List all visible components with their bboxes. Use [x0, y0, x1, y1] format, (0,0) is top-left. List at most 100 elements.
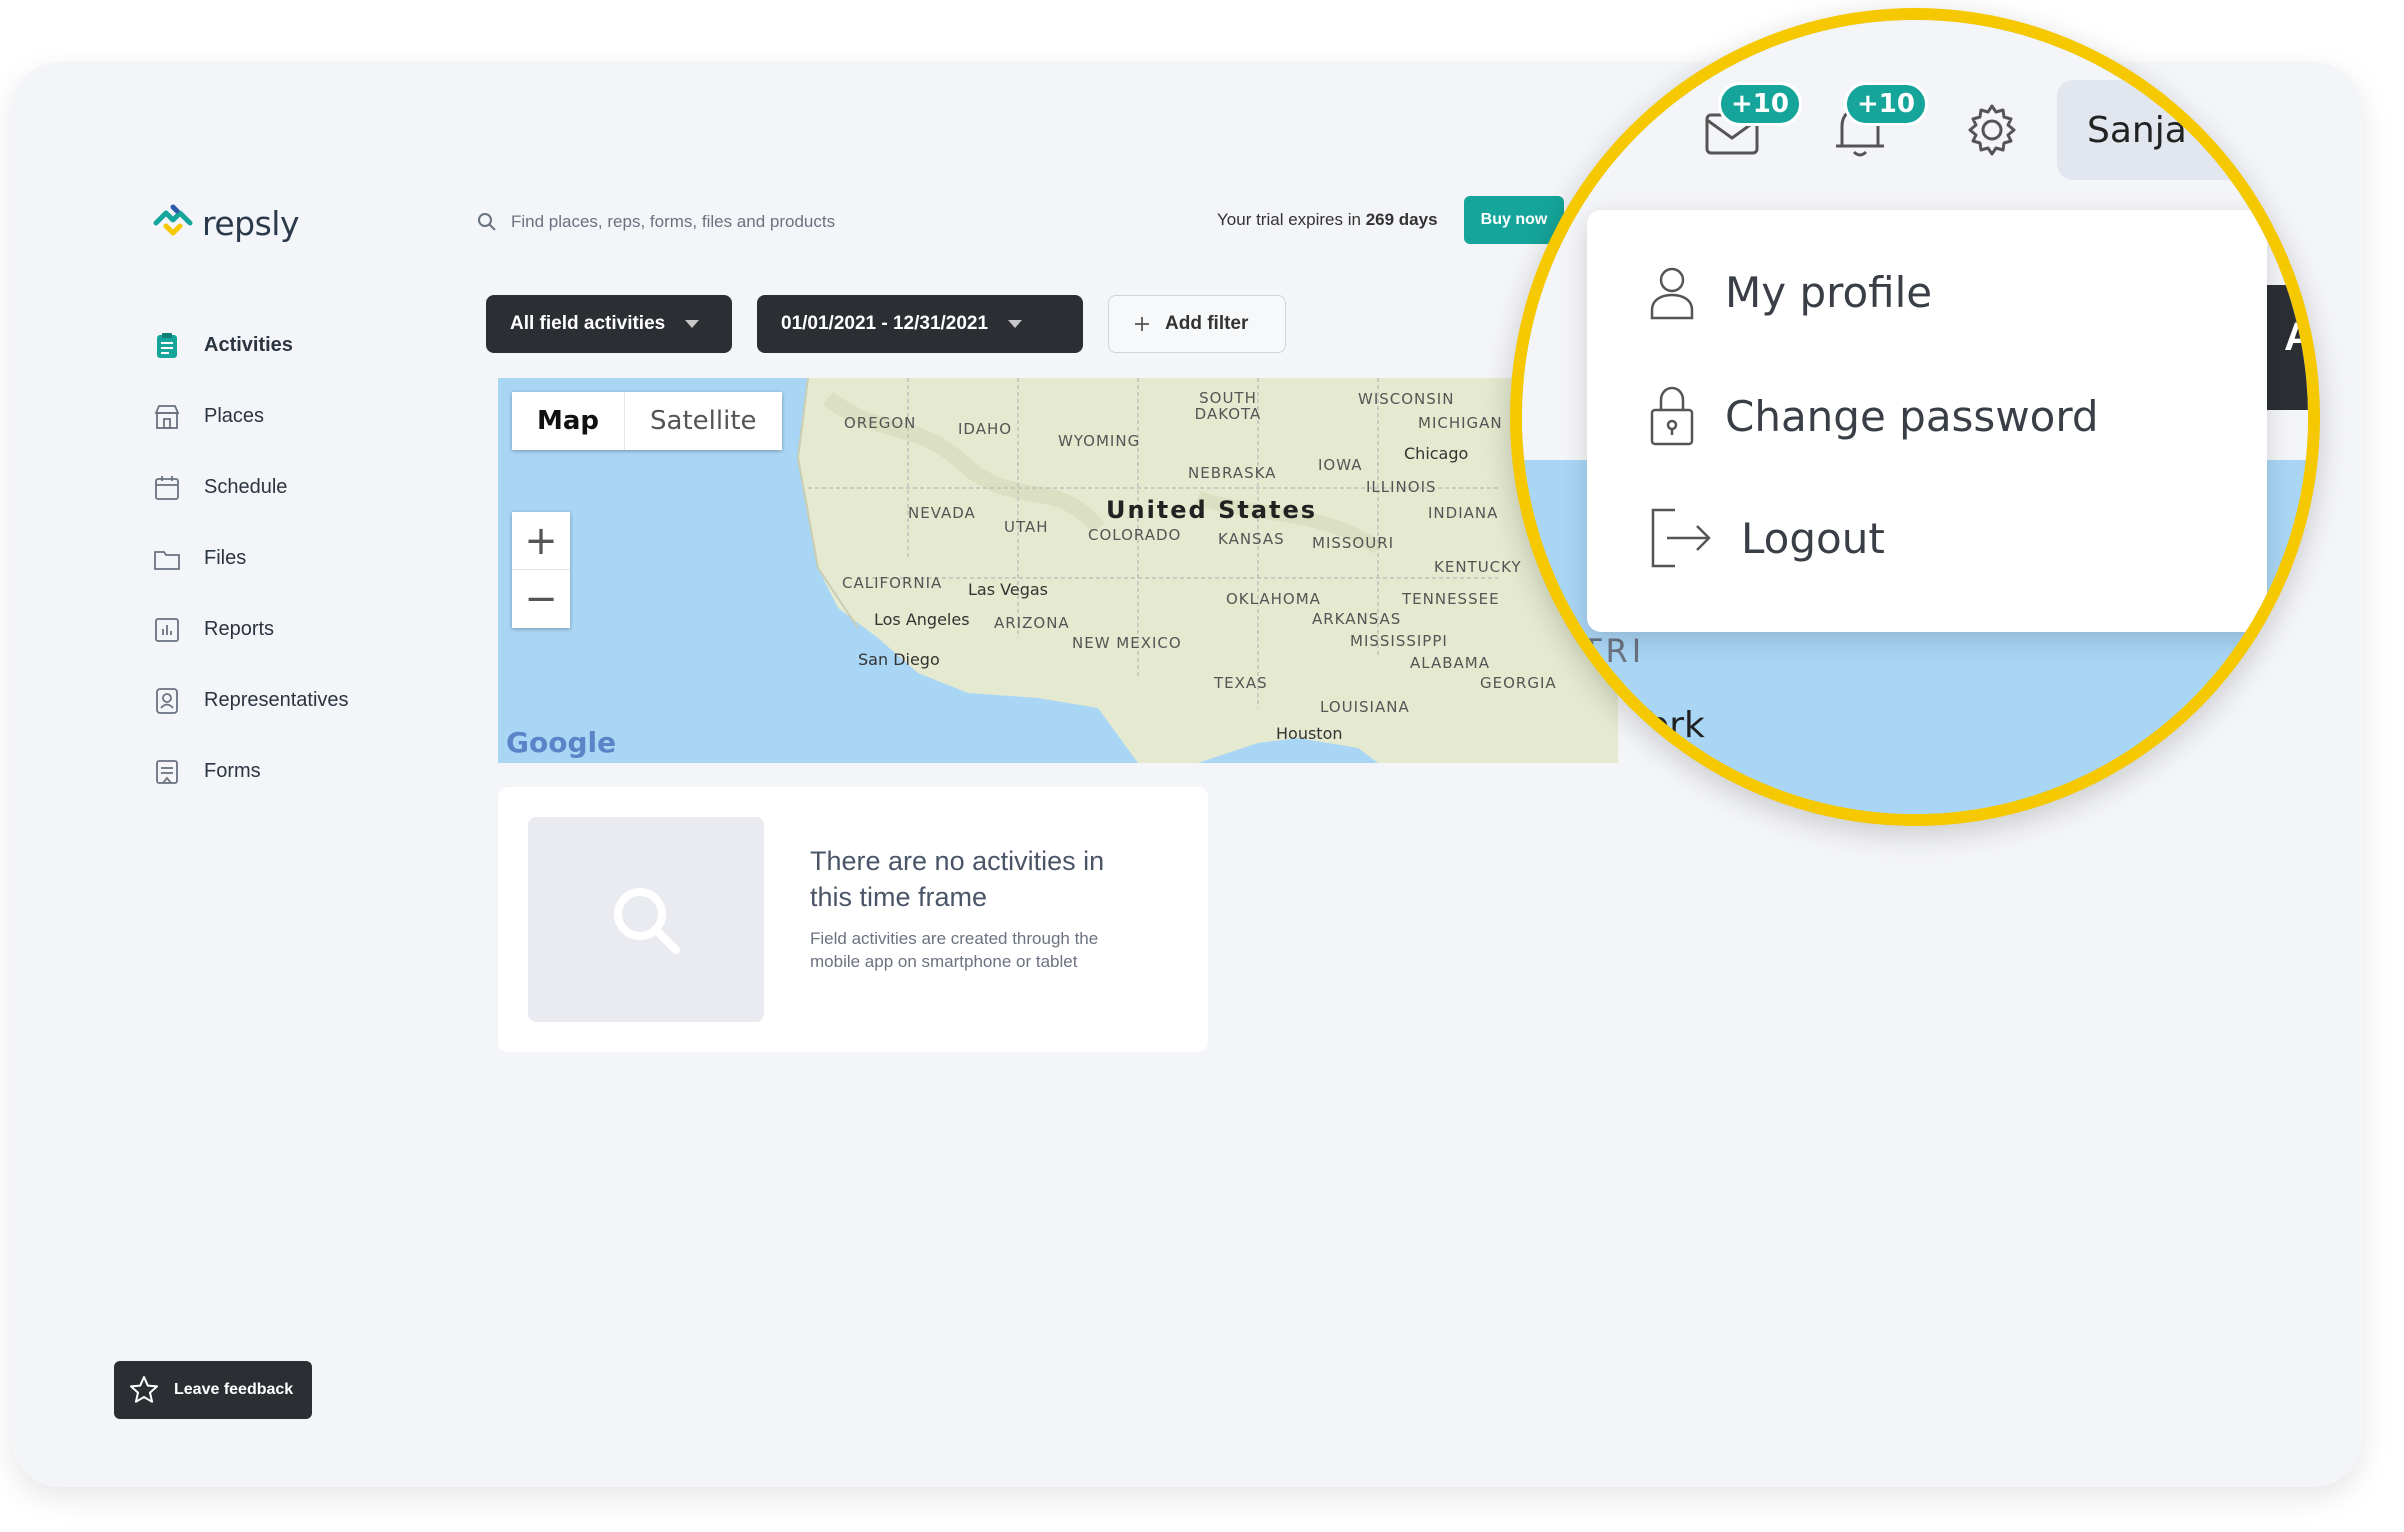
map-label-wyoming: WYOMING — [1058, 432, 1141, 450]
sidebar-item-schedule[interactable]: Schedule — [152, 452, 349, 523]
repsly-logo-icon — [153, 204, 193, 236]
trial-days: 269 days — [1365, 210, 1438, 229]
zoom-controls: + − — [512, 512, 570, 628]
menu-item-label: Logout — [1741, 513, 1885, 563]
map-label-san-diego: San Diego — [858, 650, 940, 669]
map-label-kentucky: KENTUCKY — [1434, 558, 1522, 576]
user-icon — [1650, 267, 1694, 320]
map-label-louisiana: LOUISIANA — [1320, 698, 1410, 716]
add-filter-button[interactable]: Add filter — [1108, 295, 1286, 353]
date-range-value: 01/01/2021 - 12/31/2021 — [781, 313, 989, 334]
activity-type-value: All field activities — [510, 313, 666, 334]
user-menu-button[interactable]: Sanja — [2057, 80, 2257, 180]
sidebar-label: Schedule — [204, 476, 288, 498]
sidebar-label: Forms — [204, 760, 261, 782]
store-icon — [154, 404, 180, 429]
sidebar-item-forms[interactable]: Forms — [152, 736, 349, 807]
date-range-dropdown[interactable]: 01/01/2021 - 12/31/2021 — [757, 295, 1083, 353]
map-label-oregon: OREGON — [844, 414, 917, 432]
map-label-chicago: Chicago — [1404, 444, 1469, 463]
activities-map[interactable]: Map Satellite + − OREGON IDAHO WYOMING S… — [498, 378, 1618, 763]
map-label-missouri: MISSOURI — [1312, 534, 1395, 552]
callout-map-city: York — [1630, 705, 1705, 746]
sidebar-item-reports[interactable]: Reports — [152, 594, 349, 665]
folder-icon — [154, 550, 180, 570]
search-placeholder[interactable]: Find places, reps, forms, files and prod… — [511, 212, 835, 232]
logo-text: repsly — [202, 203, 299, 243]
messages-badge: +10 — [1718, 82, 1802, 126]
sidebar-item-activities[interactable]: Activities — [152, 310, 349, 381]
logout-icon — [1651, 508, 1711, 568]
lock-icon — [1650, 386, 1694, 446]
map-label-mississippi: MISSISSIPPI — [1350, 632, 1448, 650]
chevron-down-icon — [685, 320, 700, 328]
map-label-south-dakota: SOUTH DAKOTA — [1194, 389, 1262, 423]
clipboard-icon — [157, 332, 177, 358]
menu-item-my-profile[interactable]: My profile — [1647, 262, 1932, 322]
menu-item-label: Change password — [1725, 391, 2099, 441]
menu-item-change-password[interactable]: Change password — [1647, 384, 2099, 448]
map-label-michigan: MICHIGAN — [1418, 414, 1503, 432]
callout-map-fragment: TRI — [1582, 632, 1646, 670]
map-label-colorado: COLORADO — [1088, 526, 1182, 544]
empty-state-illustration — [528, 817, 764, 1022]
empty-state-subtitle: Field activities are created through the… — [810, 929, 1099, 971]
notifications-badge: +10 — [1844, 82, 1928, 126]
leave-feedback-label: Leave feedback — [174, 1381, 294, 1398]
leave-feedback-button[interactable]: Leave feedback — [114, 1361, 312, 1419]
sidebar-label: Reports — [204, 618, 275, 640]
map-label-indiana: INDIANA — [1428, 504, 1499, 522]
map-label-nebraska: NEBRASKA — [1188, 464, 1277, 482]
search-icon — [478, 213, 496, 231]
user-dropdown-menu: My profile Change password Logout — [1587, 210, 2267, 632]
empty-state-card: There are no activities in this time fra… — [498, 787, 1208, 1052]
zoom-out-button[interactable]: − — [512, 570, 570, 628]
map-label-houston: Houston — [1276, 724, 1343, 743]
empty-state-title: There are no activities in this time fra… — [810, 846, 1105, 912]
sidebar-label: Files — [204, 547, 247, 569]
menu-item-label: My profile — [1725, 267, 1933, 317]
add-filter-label: Add filter — [1165, 313, 1249, 334]
map-label-arizona: ARIZONA — [994, 614, 1070, 632]
zoom-callout: TRI York A +10 +10 Sanja My profile Chan… — [1510, 8, 2320, 826]
sidebar-item-places[interactable]: Places — [152, 381, 349, 452]
sidebar-label: Activities — [204, 334, 293, 356]
map-type-toggle: Map Satellite — [512, 392, 782, 450]
map-label-new-mexico: NEW MEXICO — [1072, 634, 1182, 652]
form-icon — [156, 759, 178, 784]
map-label-utah: UTAH — [1004, 518, 1049, 536]
sidebar-item-representatives[interactable]: Representatives — [152, 665, 349, 736]
calendar-icon — [155, 475, 179, 500]
zoom-in-button[interactable]: + — [512, 512, 570, 570]
satellite-view-button[interactable]: Satellite — [624, 392, 782, 450]
map-label-tennessee: TENNESSEE — [1402, 590, 1500, 608]
sidebar-nav: Activities Places Schedule Files Reports… — [152, 310, 349, 807]
map-label-las-vegas: Las Vegas — [968, 580, 1048, 599]
map-label-oklahoma: OKLAHOMA — [1226, 590, 1321, 608]
map-label-texas: TEXAS — [1214, 674, 1268, 692]
activity-type-dropdown[interactable]: All field activities — [486, 295, 732, 353]
map-label-iowa: IOWA — [1318, 456, 1363, 474]
chart-icon — [155, 617, 179, 642]
map-label-illinois: ILLINOIS — [1366, 478, 1437, 496]
map-label-california: CALIFORNIA — [842, 574, 943, 592]
menu-item-logout[interactable]: Logout — [1647, 506, 1885, 570]
repsly-logo[interactable]: repsly — [152, 202, 299, 244]
trial-prefix: Your trial expires in — [1217, 210, 1361, 229]
person-badge-icon — [156, 687, 178, 714]
map-view-button[interactable]: Map — [512, 392, 624, 450]
map-label-los-angeles: Los Angeles — [874, 610, 970, 629]
plus-icon — [1135, 317, 1149, 331]
map-label-idaho: IDAHO — [958, 420, 1013, 438]
sidebar-item-files[interactable]: Files — [152, 523, 349, 594]
sidebar-label: Representatives — [204, 689, 349, 711]
google-logo: Google — [506, 726, 617, 759]
gear-icon[interactable] — [1962, 100, 2022, 160]
map-label-nevada: NEVADA — [908, 504, 976, 522]
global-search[interactable]: Find places, reps, forms, files and prod… — [477, 212, 835, 232]
trial-notice: Your trial expires in 269 days — [1217, 210, 1438, 230]
map-label-arkansas: ARKANSAS — [1312, 610, 1402, 628]
magnifier-icon — [614, 887, 680, 954]
star-icon — [130, 1376, 158, 1403]
map-label-united-states: United States — [1106, 496, 1318, 524]
